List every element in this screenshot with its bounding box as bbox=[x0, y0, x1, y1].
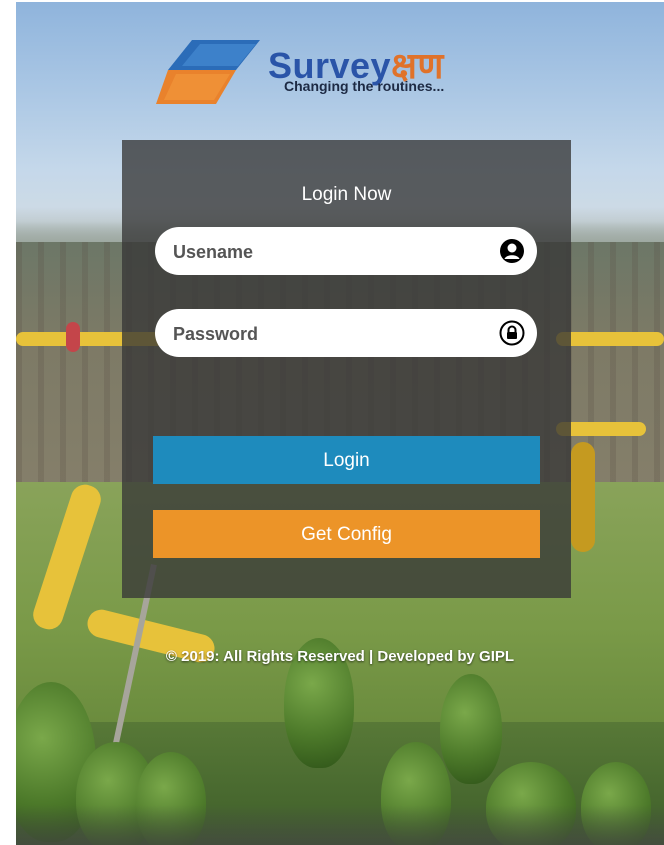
brand-tagline: Changing the routines... bbox=[284, 78, 445, 94]
username-input[interactable] bbox=[171, 227, 475, 277]
username-field bbox=[155, 227, 537, 277]
app-logo: Surveyक्षण Changing the routines... bbox=[156, 40, 516, 110]
get-config-button[interactable]: Get Config bbox=[153, 510, 540, 558]
login-panel: Login Now Login Get Config bbox=[122, 140, 571, 598]
password-field bbox=[155, 309, 537, 359]
background-pipe bbox=[571, 442, 595, 552]
lock-circle-icon bbox=[499, 320, 525, 346]
background-buildings bbox=[16, 805, 664, 845]
logo-mark-icon bbox=[156, 40, 260, 104]
login-button[interactable]: Login bbox=[153, 436, 540, 484]
footer-copyright: © 2019: All Rights Reserved | Developed … bbox=[165, 648, 515, 665]
background-pipe bbox=[556, 332, 664, 346]
background-tree bbox=[440, 674, 502, 784]
user-circle-icon bbox=[500, 239, 524, 263]
app-screen: Surveyक्षण Changing the routines... Logi… bbox=[16, 2, 664, 845]
background-pipe-red bbox=[66, 322, 80, 352]
password-input[interactable] bbox=[171, 309, 475, 359]
login-title: Login Now bbox=[301, 184, 392, 205]
